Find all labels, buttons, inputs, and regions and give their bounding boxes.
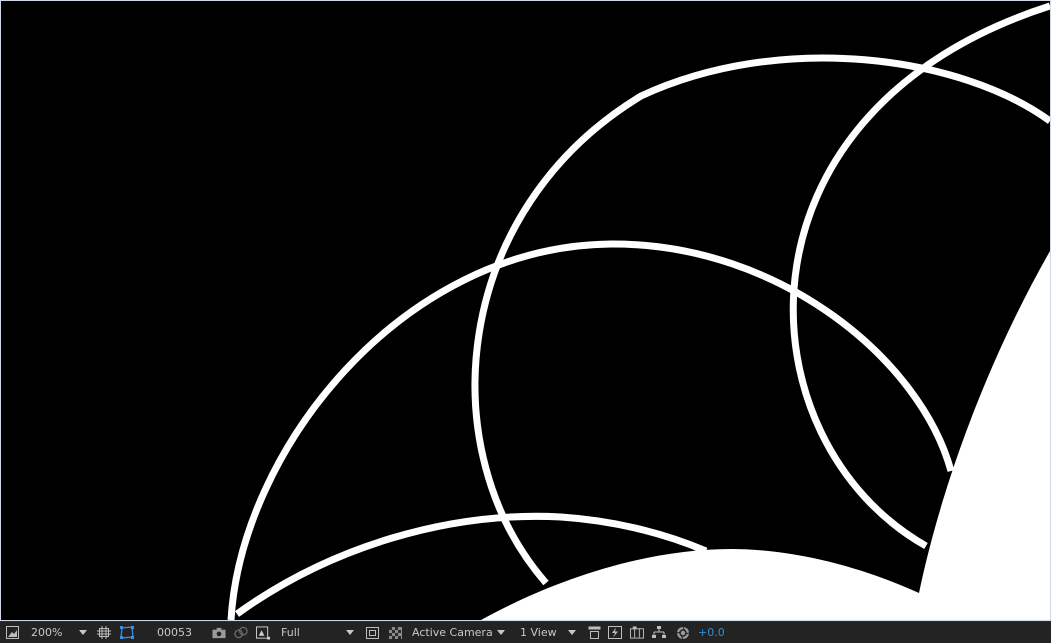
timeline-icon [630,626,644,640]
toggle-pixel-aspect-button[interactable] [587,622,601,643]
current-time-display[interactable]: 00053 [157,622,192,643]
flowchart-icon [652,626,666,640]
resolution-dropdown[interactable]: Full [281,622,300,643]
exposure-value-control[interactable]: +0.0 [698,622,725,643]
magnification-dropdown-icon [79,630,87,635]
composition-canvas [227,2,1050,620]
always-preview-icon [5,626,19,640]
resolution-dropdown-arrow[interactable] [346,622,354,643]
transparency-grid-icon [388,626,402,640]
mask-visibility-icon [120,626,134,640]
views-dropdown-arrow[interactable] [568,622,576,643]
always-preview-button[interactable] [5,622,19,643]
camera-dropdown-arrow[interactable] [497,622,505,643]
views-dropdown-icon [568,630,576,635]
exposure-value: +0.0 [698,626,725,639]
show-channel-button[interactable] [256,622,270,643]
magnification-value: 200% [31,626,63,639]
viewer-toolbar: 200% 00053 Full Active Camera 1 View +0.… [0,621,1051,643]
reset-exposure-icon [676,626,690,640]
timeline-button[interactable] [630,622,644,643]
views-value: 1 View [520,626,557,639]
views-dropdown[interactable]: 1 View [520,622,557,643]
region-of-interest-button[interactable] [365,622,379,643]
fast-previews-icon [608,626,622,640]
timecode-value: 00053 [157,626,192,639]
resolution-value: Full [281,626,300,639]
grid-guides-button[interactable] [97,622,111,643]
white-fill-shape [481,251,1050,620]
transparency-grid-button[interactable] [388,622,402,643]
color-channel-icon [256,625,270,640]
arc-lower-left [227,240,955,620]
camera-value: Active Camera [412,626,493,639]
magnification-dropdown[interactable]: 200% [31,622,62,643]
mask-visibility-button[interactable] [120,622,134,643]
composition-frame[interactable] [0,0,1051,621]
resolution-dropdown-icon [346,630,354,635]
grid-guides-icon [97,626,111,640]
snapshot-camera-icon [212,626,226,640]
fast-previews-button[interactable] [608,622,622,643]
camera-dropdown-icon [497,630,505,635]
region-of-interest-icon [365,626,379,640]
reset-exposure-button[interactable] [676,622,690,643]
camera-dropdown[interactable]: Active Camera [412,622,493,643]
toggle-pixel-aspect-icon [587,626,601,640]
flowchart-button[interactable] [652,622,666,643]
take-snapshot-button[interactable] [212,622,226,643]
show-snapshot-icon [234,626,248,640]
show-snapshot-button[interactable] [234,622,248,643]
magnification-dropdown-arrow[interactable] [79,622,87,643]
composition-viewer[interactable] [0,0,1051,621]
